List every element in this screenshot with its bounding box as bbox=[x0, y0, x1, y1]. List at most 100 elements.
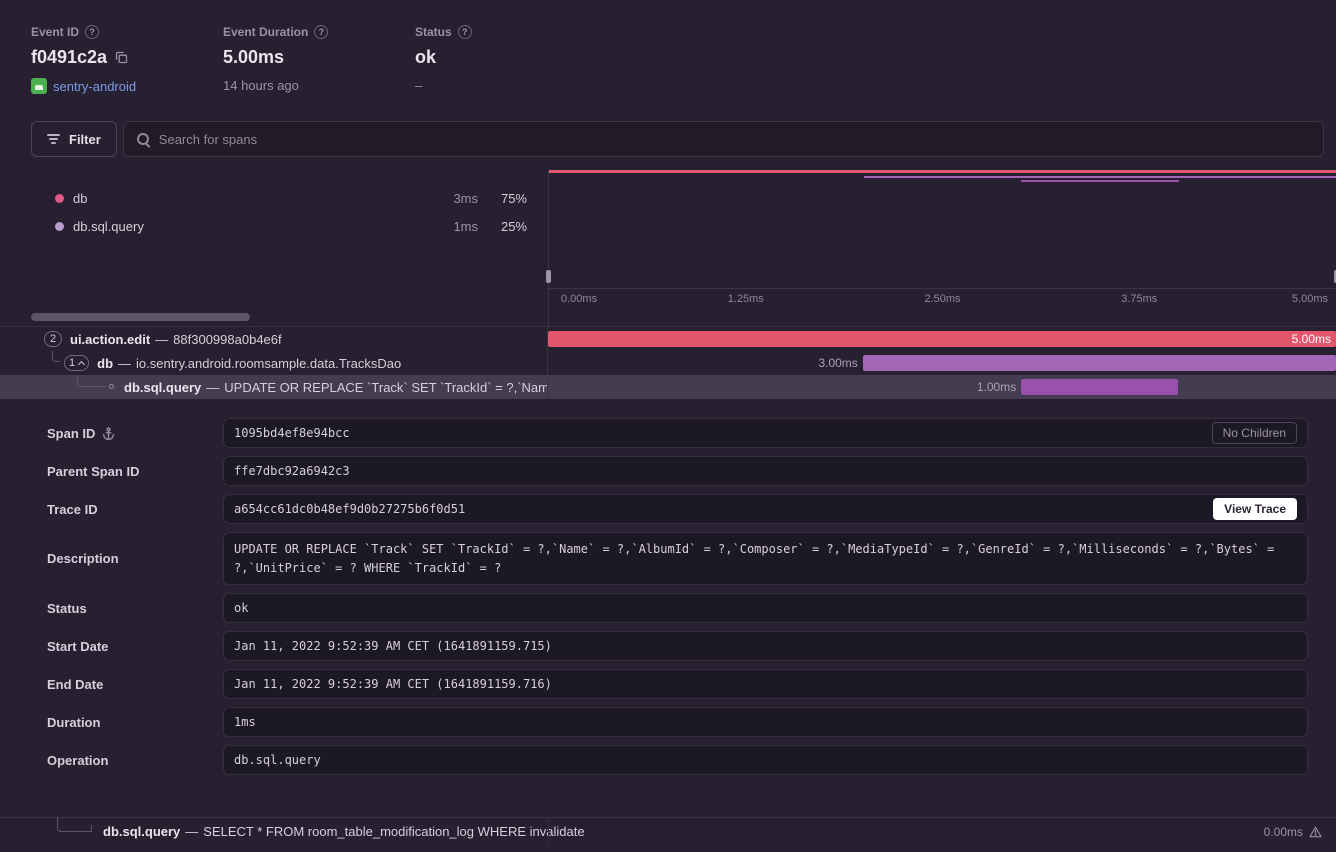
android-platform-icon bbox=[31, 78, 47, 94]
project-link[interactable]: sentry-android bbox=[53, 79, 136, 94]
event-id-column: Event ID ? f0491c2a sentry-android bbox=[31, 25, 223, 115]
event-duration-column: Event Duration ? 5.00ms 14 hours ago bbox=[223, 25, 415, 115]
detail-value: ok bbox=[234, 601, 1297, 615]
span-row-db[interactable]: 1 db — io.sentry.android.roomsample.data… bbox=[0, 351, 1336, 375]
filter-icon bbox=[47, 134, 60, 144]
event-duration-label: Event Duration bbox=[223, 25, 308, 39]
horizontal-scrollbar[interactable] bbox=[31, 313, 250, 321]
detail-label: Description bbox=[47, 551, 119, 566]
detail-value: a654cc61dc0b48ef9d0b27275b6f0d51 bbox=[234, 502, 1201, 516]
tree-scrollbar-row bbox=[0, 308, 1336, 327]
span-bar[interactable]: 5.00ms bbox=[548, 331, 1336, 347]
view-trace-button[interactable]: View Trace bbox=[1213, 498, 1297, 520]
separator: — bbox=[185, 824, 198, 839]
separator: — bbox=[155, 332, 168, 347]
no-children-button[interactable]: No Children bbox=[1212, 422, 1297, 444]
op-color-dot bbox=[55, 222, 64, 231]
toolbar: Filter bbox=[31, 121, 1324, 157]
legend-op: db bbox=[73, 191, 87, 206]
detail-value: 1ms bbox=[234, 715, 1297, 729]
status-label: Status bbox=[415, 25, 452, 39]
detail-value: 1095bd4ef8e94bcc bbox=[234, 426, 1200, 440]
span-detail-panel: Span ID 1095bd4ef8e94bcc No Children Par… bbox=[47, 418, 1308, 775]
legend-percent: 75% bbox=[487, 191, 527, 206]
column-divider bbox=[548, 308, 549, 326]
event-id-value: f0491c2a bbox=[31, 47, 107, 68]
separator: — bbox=[118, 356, 131, 371]
tree-connector bbox=[52, 351, 60, 362]
detail-label: Operation bbox=[47, 753, 108, 768]
status-value: ok bbox=[415, 47, 436, 68]
detail-label: Start Date bbox=[47, 639, 108, 654]
detail-row-span-id: 1095bd4ef8e94bcc No Children bbox=[223, 418, 1308, 448]
minimap-section: db 3ms 75% db.sql.query 1ms 25% 0.00ms 1… bbox=[0, 170, 1336, 308]
detail-value: db.sql.query bbox=[234, 753, 1297, 767]
search-icon bbox=[137, 133, 149, 145]
span-duration: 1.00ms bbox=[977, 375, 1016, 399]
status-column: Status ? ok – bbox=[415, 25, 607, 115]
detail-row-status: ok bbox=[223, 593, 1308, 623]
axis-tick: 5.00ms bbox=[1292, 293, 1328, 305]
legend-duration: 3ms bbox=[453, 191, 478, 206]
minimap-span-root bbox=[549, 170, 1336, 173]
separator: — bbox=[206, 380, 219, 395]
detail-label: Status bbox=[47, 601, 87, 616]
detail-value: UPDATE OR REPLACE `Track` SET `TrackId` … bbox=[234, 540, 1297, 577]
span-duration: 0.00ms bbox=[1264, 825, 1303, 839]
op-color-dot bbox=[55, 194, 64, 203]
tree-connector bbox=[77, 375, 106, 387]
minimap-left-handle[interactable] bbox=[545, 269, 552, 284]
span-count-badge[interactable]: 2 bbox=[44, 331, 62, 347]
span-row-ui-action-edit[interactable]: 2 ui.action.edit — 88f300998a0b4e6f 5.00… bbox=[0, 327, 1336, 351]
event-duration-ago: 14 hours ago bbox=[223, 78, 299, 93]
span-op: db.sql.query bbox=[103, 824, 180, 839]
detail-row-parent-span-id: ffe7dbc92a6942c3 bbox=[223, 456, 1308, 486]
span-bar[interactable] bbox=[1021, 379, 1178, 395]
legend-percent: 25% bbox=[487, 219, 527, 234]
span-duration: 5.00ms bbox=[1292, 331, 1331, 347]
detail-row-operation: db.sql.query bbox=[223, 745, 1308, 775]
anchor-icon[interactable] bbox=[102, 427, 115, 440]
minimap-chart[interactable]: 0.00ms 1.25ms 2.50ms 3.75ms 5.00ms bbox=[548, 170, 1336, 308]
axis-tick: 3.75ms bbox=[1121, 293, 1157, 305]
tree-connector bbox=[57, 817, 92, 832]
status-sub: – bbox=[415, 78, 422, 93]
tree-connector-hook bbox=[91, 825, 92, 832]
detail-row-end-date: Jan 11, 2022 9:52:39 AM CET (1641891159.… bbox=[223, 669, 1308, 699]
detail-value: Jan 11, 2022 9:52:39 AM CET (1641891159.… bbox=[234, 639, 1297, 653]
detail-label: End Date bbox=[47, 677, 103, 692]
legend-row: db 3ms 75% bbox=[55, 184, 527, 212]
time-axis: 0.00ms 1.25ms 2.50ms 3.75ms 5.00ms bbox=[549, 288, 1336, 308]
span-bar[interactable] bbox=[863, 355, 1336, 371]
axis-tick: 0.00ms bbox=[561, 293, 597, 305]
detail-label: Span ID bbox=[47, 426, 95, 441]
span-desc: SELECT * FROM room_table_modification_lo… bbox=[203, 824, 584, 839]
search-input[interactable] bbox=[159, 132, 1310, 147]
filter-button-label: Filter bbox=[69, 132, 101, 147]
span-row-db-sql-query-selected[interactable]: db.sql.query — UPDATE OR REPLACE `Track`… bbox=[0, 375, 1336, 399]
span-desc: io.sentry.android.roomsample.data.Tracks… bbox=[136, 356, 401, 371]
span-desc: UPDATE OR REPLACE `Track` SET `TrackId` … bbox=[224, 380, 548, 395]
chevron-up-icon bbox=[78, 360, 85, 367]
op-breakdown-legend: db 3ms 75% db.sql.query 1ms 25% bbox=[0, 170, 548, 308]
help-icon[interactable]: ? bbox=[85, 25, 99, 39]
span-op: ui.action.edit bbox=[70, 332, 150, 347]
detail-value: Jan 11, 2022 9:52:39 AM CET (1641891159.… bbox=[234, 677, 1297, 691]
minimap-span-db bbox=[864, 176, 1336, 178]
span-tree: 2 ui.action.edit — 88f300998a0b4e6f 5.00… bbox=[0, 327, 1336, 399]
span-toggle-badge[interactable]: 1 bbox=[64, 355, 89, 371]
span-op: db.sql.query bbox=[124, 380, 201, 395]
event-duration-value: 5.00ms bbox=[223, 47, 284, 68]
span-op: db bbox=[97, 356, 113, 371]
event-id-label: Event ID bbox=[31, 25, 79, 39]
help-icon[interactable]: ? bbox=[458, 25, 472, 39]
legend-op: db.sql.query bbox=[73, 219, 144, 234]
column-divider bbox=[548, 818, 549, 845]
detail-label: Trace ID bbox=[47, 502, 98, 517]
copy-icon[interactable] bbox=[115, 51, 128, 64]
help-icon[interactable]: ? bbox=[314, 25, 328, 39]
filter-button[interactable]: Filter bbox=[31, 121, 117, 157]
span-row-select-query[interactable]: db.sql.query — SELECT * FROM room_table_… bbox=[0, 817, 1336, 845]
detail-row-description: UPDATE OR REPLACE `Track` SET `TrackId` … bbox=[223, 532, 1308, 585]
detail-label: Duration bbox=[47, 715, 100, 730]
